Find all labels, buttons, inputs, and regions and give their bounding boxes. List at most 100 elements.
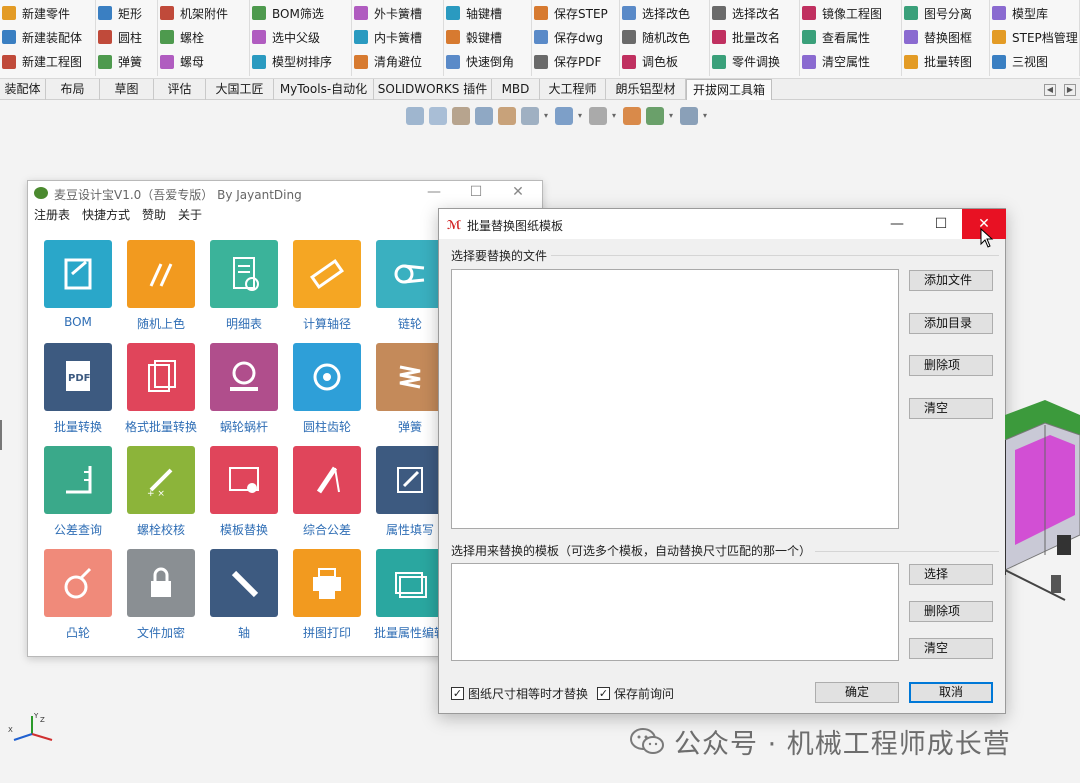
tool-tile-button[interactable] (210, 549, 278, 617)
tool-tile-button[interactable] (293, 549, 361, 617)
ribbon-button[interactable]: 螺栓 (158, 26, 249, 48)
ribbon-tab[interactable]: 评估 (154, 79, 206, 100)
ribbon-button[interactable]: BOM筛选 (250, 2, 351, 24)
ok-button[interactable]: 确定 (815, 682, 899, 703)
ribbon-button[interactable]: 机架附件 (158, 2, 249, 24)
menu-shortcut[interactable]: 快捷方式 (82, 205, 130, 225)
tool-tile-button[interactable] (210, 240, 278, 308)
tool-tile-label[interactable]: 文件加密 (116, 624, 206, 641)
delete-file-item-button[interactable]: 删除项 (909, 355, 993, 376)
ribbon-button[interactable]: 圆柱 (96, 26, 157, 48)
tool-tile-button[interactable] (127, 240, 195, 308)
files-listbox[interactable] (451, 269, 899, 529)
menu-about[interactable]: 关于 (178, 205, 202, 225)
app-maximize-button[interactable]: ☐ (466, 183, 486, 201)
ribbon-button[interactable]: 弹簧 (96, 51, 157, 73)
tool-tile-button[interactable] (127, 343, 195, 411)
ribbon-button[interactable]: 选中父级 (250, 26, 351, 48)
tool-tile-button[interactable] (376, 549, 444, 617)
zoom-fit-icon[interactable] (406, 107, 424, 125)
tool-tile-label[interactable]: 随机上色 (116, 315, 206, 332)
delete-template-item-button[interactable]: 删除项 (909, 601, 993, 622)
templates-listbox[interactable] (451, 563, 899, 661)
tool-tile-button[interactable] (293, 240, 361, 308)
ribbon-button[interactable]: 内卡簧槽 (352, 26, 443, 48)
ribbon-button[interactable]: 模型树排序 (250, 51, 351, 73)
tool-tile-button[interactable] (44, 446, 112, 514)
ribbon-button[interactable]: 清角避位 (352, 51, 443, 73)
dialog-minimize-button[interactable]: — (875, 209, 919, 239)
ribbon-button[interactable]: 矩形 (96, 2, 157, 24)
zoom-area-icon[interactable] (429, 107, 447, 125)
clear-templates-button[interactable]: 清空 (909, 638, 993, 659)
ribbon-button[interactable]: 批量转图 (902, 51, 989, 73)
ribbon-button[interactable]: 图号分离 (902, 2, 989, 24)
tool-tile-label[interactable]: 综合公差 (282, 521, 372, 538)
ribbon-tab[interactable]: 布局 (46, 79, 100, 100)
tool-tile-label[interactable]: 明细表 (199, 315, 289, 332)
ribbon-button[interactable]: 保存STEP (532, 2, 619, 24)
ribbon-tab[interactable]: 朗乐铝型材 (606, 79, 686, 100)
ribbon-tab[interactable]: 开拔网工具箱 (686, 79, 772, 100)
tool-tile-button[interactable] (44, 240, 112, 308)
tool-tile-label[interactable]: 圆柱齿轮 (282, 418, 372, 435)
ribbon-button[interactable]: 模型库 (990, 2, 1079, 24)
ribbon-button[interactable]: 轴键槽 (444, 2, 531, 24)
menu-registry[interactable]: 注册表 (34, 205, 70, 225)
ribbon-button[interactable]: 调色板 (620, 51, 709, 73)
ribbon-button[interactable]: 替换图框 (902, 26, 989, 48)
tool-tile-label[interactable]: 模板替换 (199, 521, 289, 538)
tool-tile-button[interactable] (44, 549, 112, 617)
ribbon-button[interactable]: 查看属性 (800, 26, 901, 48)
edit-appearance-icon[interactable] (623, 107, 641, 125)
tool-tile-button[interactable] (376, 240, 444, 308)
tab-scroll-right-icon[interactable]: ▶ (1064, 84, 1076, 96)
hide-show-items-icon[interactable] (589, 107, 607, 125)
ribbon-button[interactable]: 螺母 (158, 51, 249, 73)
tool-tile-button[interactable]: PDF (44, 343, 112, 411)
ribbon-tab[interactable]: 大工程师 (540, 79, 606, 100)
ribbon-button[interactable]: 批量改名 (710, 26, 799, 48)
ribbon-tab[interactable]: MyTools-自动化 (274, 79, 374, 100)
select-template-button[interactable]: 选择 (909, 564, 993, 585)
ribbon-tab[interactable]: 草图 (100, 79, 154, 100)
section-view-icon[interactable] (475, 107, 493, 125)
add-file-button[interactable]: 添加文件 (909, 270, 993, 291)
ribbon-button[interactable]: 选择改色 (620, 2, 709, 24)
app-close-button[interactable]: ✕ (508, 183, 528, 201)
ribbon-button[interactable]: 保存PDF (532, 51, 619, 73)
replace-same-size-checkbox[interactable]: ✓ 图纸尺寸相等时才替换 (451, 685, 588, 702)
view-settings-icon[interactable] (680, 107, 698, 125)
clear-files-button[interactable]: 清空 (909, 398, 993, 419)
ribbon-tab[interactable]: 大国工匠 (206, 79, 274, 100)
ribbon-tab[interactable]: MBD (492, 79, 540, 100)
ribbon-button[interactable]: 新建装配体 (0, 26, 95, 48)
ribbon-button[interactable]: 毂键槽 (444, 26, 531, 48)
tool-tile-label[interactable]: 格式批量转换 (116, 418, 206, 435)
tool-tile-button[interactable] (376, 446, 444, 514)
ribbon-tab[interactable]: 装配体 (0, 79, 46, 100)
ribbon-button[interactable]: 零件调换 (710, 51, 799, 73)
ribbon-button[interactable]: 新建工程图 (0, 51, 95, 73)
tool-tile-button[interactable] (210, 446, 278, 514)
tool-tile-label[interactable]: 凸轮 (33, 624, 123, 641)
ribbon-button[interactable]: STEP档管理 (990, 26, 1079, 48)
tool-tile-label[interactable]: 螺栓校核 (116, 521, 206, 538)
tool-tile-button[interactable] (293, 343, 361, 411)
previous-view-icon[interactable] (452, 107, 470, 125)
tool-tile-button[interactable] (210, 343, 278, 411)
ask-before-save-checkbox[interactable]: ✓ 保存前询问 (597, 685, 674, 702)
tool-tile-label[interactable]: 蜗轮蜗杆 (199, 418, 289, 435)
tab-scroll-left-icon[interactable]: ◀ (1044, 84, 1056, 96)
tool-tile-button[interactable]: + × (127, 446, 195, 514)
display-style-icon[interactable] (555, 107, 573, 125)
tool-tile-label[interactable]: 拼图打印 (282, 624, 372, 641)
ribbon-tab[interactable]: SOLIDWORKS 插件 (374, 79, 492, 100)
tool-tile-button[interactable] (376, 343, 444, 411)
tool-tile-button[interactable] (127, 549, 195, 617)
app-minimize-button[interactable]: — (424, 183, 444, 201)
ribbon-button[interactable]: 随机改色 (620, 26, 709, 48)
add-directory-button[interactable]: 添加目录 (909, 313, 993, 334)
cancel-button[interactable]: 取消 (909, 682, 993, 703)
tool-tile-button[interactable] (293, 446, 361, 514)
